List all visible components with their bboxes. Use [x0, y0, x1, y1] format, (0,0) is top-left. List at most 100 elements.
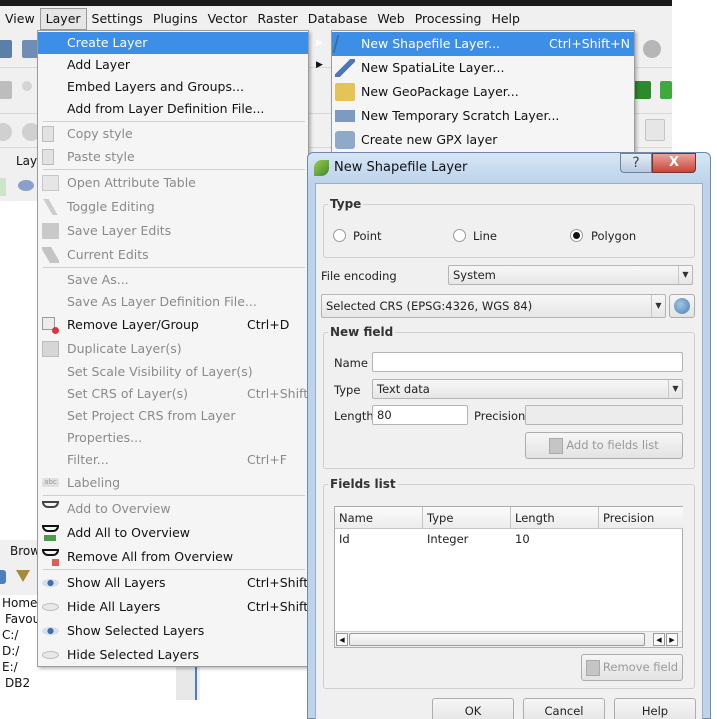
glasses-remove-icon	[42, 549, 59, 556]
scroll-left-icon[interactable]: ◀	[336, 633, 348, 646]
scroll-right-icon[interactable]: ▶	[666, 633, 678, 646]
menu-item-save-as-definition[interactable]: Save As Layer Definition File...	[38, 291, 308, 313]
remove-field-button[interactable]: Remove field	[581, 654, 683, 681]
help-button[interactable]: ?	[620, 153, 652, 173]
menu-raster[interactable]: Raster	[252, 8, 302, 30]
menu-item-paste-style[interactable]: Paste style	[38, 146, 308, 168]
menu-view[interactable]: View	[0, 8, 40, 30]
menu-settings[interactable]: Settings	[87, 8, 148, 30]
select-crs-button[interactable]	[669, 294, 695, 318]
menu-item-set-crs[interactable]: Set CRS of Layer(s) Ctrl+Shift+	[38, 383, 319, 405]
menu-item-toggle-editing[interactable]: Toggle Editing	[38, 196, 308, 218]
field-precision-input[interactable]	[525, 405, 683, 425]
menu-item-create-layer[interactable]: Create Layer ▶	[38, 32, 323, 54]
eye-closed-icon	[42, 651, 59, 659]
menu-item-add-to-overview[interactable]: Add to Overview	[38, 498, 308, 520]
menu-item-filter[interactable]: Filter... Ctrl+F	[38, 449, 308, 471]
column-header-type[interactable]: Type	[423, 507, 511, 529]
menu-processing[interactable]: Processing	[410, 8, 487, 30]
new-spatialite-icon	[335, 59, 355, 77]
radio-line[interactable]	[453, 229, 466, 242]
menu-item-hide-all-layers[interactable]: Hide All Layers Ctrl+Shift+	[38, 596, 319, 618]
menu-item-set-project-crs[interactable]: Set Project CRS from Layer	[38, 405, 308, 427]
globe-icon	[674, 298, 690, 314]
file-encoding-combo[interactable]: System ▼	[448, 265, 693, 285]
menu-item-show-all-layers[interactable]: Show All Layers Ctrl+Shift+	[38, 572, 319, 594]
field-type-combo[interactable]: Text data ▼	[372, 379, 683, 399]
menu-layer[interactable]: Layer	[39, 7, 87, 30]
type-label: Type	[334, 383, 361, 397]
menu-item-add-layer[interactable]: Add Layer ▶	[38, 54, 323, 76]
browser-item-db2[interactable]: DB2	[0, 675, 176, 691]
submenu-item-new-geopackage[interactable]: New GeoPackage Layer...	[332, 80, 634, 104]
dialog-help-button[interactable]: Help	[614, 698, 696, 719]
tool-icon[interactable]	[0, 81, 12, 99]
menu-item-save-layer-edits[interactable]: Save Layer Edits	[38, 220, 308, 242]
precision-label: Precision	[474, 409, 526, 423]
crs-combo[interactable]: Selected CRS (EPSG:4326, WGS 84) ▼	[321, 294, 666, 318]
identify-icon[interactable]	[643, 40, 661, 58]
menu-item-remove-layer[interactable]: Remove Layer/Group Ctrl+D	[38, 314, 308, 336]
menu-item-copy-style[interactable]: Copy style	[38, 123, 308, 145]
menu-item-open-attribute-table[interactable]: Open Attribute Table	[38, 172, 308, 194]
undo-icon[interactable]	[0, 123, 12, 141]
refresh-icon[interactable]	[0, 570, 6, 584]
close-button[interactable]: X	[652, 153, 696, 173]
menu-database[interactable]: Database	[303, 8, 373, 30]
copy-style-icon	[42, 126, 54, 142]
radio-line-label[interactable]: Line	[473, 229, 497, 243]
menu-vector[interactable]: Vector	[203, 8, 253, 30]
plugin-green-icon[interactable]	[633, 81, 651, 99]
column-header-length[interactable]: Length	[511, 507, 599, 529]
glasses-add-icon	[42, 501, 59, 508]
menu-separator	[43, 169, 305, 170]
menu-item-remove-all-from-overview[interactable]: Remove All from Overview	[38, 546, 308, 568]
submenu-item-new-spatialite[interactable]: New SpatiaLite Layer...	[332, 56, 634, 80]
scrollbar-thumb[interactable]	[349, 633, 645, 646]
menu-web[interactable]: Web	[372, 8, 409, 30]
layers-panel-title: Laye	[16, 154, 45, 168]
column-header-name[interactable]: Name	[335, 507, 423, 529]
menu-plugins[interactable]: Plugins	[148, 8, 203, 30]
add-group-icon[interactable]	[0, 178, 6, 196]
radio-point-label[interactable]: Point	[353, 229, 382, 243]
save-project-icon[interactable]	[0, 40, 12, 58]
chevron-down-icon: ▼	[651, 295, 665, 317]
menu-item-hide-selected-layers[interactable]: Hide Selected Layers	[38, 644, 308, 666]
radio-polygon-label[interactable]: Polygon	[591, 229, 636, 243]
cell-length: 10	[515, 532, 530, 546]
chevron-down-icon: ▼	[668, 380, 682, 398]
menu-item-properties[interactable]: Properties...	[38, 427, 308, 449]
menu-item-add-from-definition[interactable]: Add from Layer Definition File...	[38, 98, 308, 120]
horizontal-scrollbar[interactable]: ◀ ◀ ▶	[335, 631, 682, 647]
submenu-item-new-scratch-layer[interactable]: New Temporary Scratch Layer...	[332, 104, 634, 128]
field-name-input[interactable]	[372, 352, 683, 372]
field-length-input[interactable]: 80	[372, 405, 468, 425]
menu-item-set-scale-visibility[interactable]: Set Scale Visibility of Layer(s)	[38, 361, 308, 383]
fields-table: Name Type Length Precision Id Integer 10…	[334, 506, 683, 648]
menu-item-labeling[interactable]: abc Labeling	[38, 472, 308, 494]
histogram-icon[interactable]	[645, 119, 665, 141]
filter-icon[interactable]	[16, 570, 30, 582]
scroll-left-icon[interactable]: ◀	[653, 633, 665, 646]
node-tool-icon[interactable]	[22, 81, 32, 91]
submenu-item-new-shapefile[interactable]: New Shapefile Layer... Ctrl+Shift+N	[332, 32, 634, 56]
menu-separator	[43, 495, 305, 496]
plugin-green2-icon[interactable]	[660, 81, 672, 99]
menu-item-add-all-to-overview[interactable]: Add All to Overview	[38, 522, 308, 544]
cancel-button[interactable]: Cancel	[523, 698, 605, 719]
menu-item-duplicate-layer[interactable]: Duplicate Layer(s)	[38, 338, 308, 360]
radio-polygon[interactable]	[570, 229, 583, 242]
ok-button[interactable]: OK	[432, 698, 514, 719]
menu-item-show-selected-layers[interactable]: Show Selected Layers	[38, 620, 308, 642]
qgis-app-icon	[314, 160, 329, 176]
menu-item-save-as[interactable]: Save As...	[38, 269, 308, 291]
menu-item-current-edits[interactable]: Current Edits	[38, 244, 308, 266]
eye-visibility-icon[interactable]	[18, 180, 34, 191]
radio-point[interactable]	[333, 229, 346, 242]
column-header-precision[interactable]: Precision	[599, 507, 683, 529]
menu-item-embed-layers[interactable]: Embed Layers and Groups...	[38, 76, 308, 98]
submenu-item-new-gpx[interactable]: Create new GPX layer	[332, 128, 634, 152]
add-to-fields-list-button[interactable]: Add to fields list	[525, 432, 683, 459]
menu-help[interactable]: Help	[486, 8, 525, 30]
